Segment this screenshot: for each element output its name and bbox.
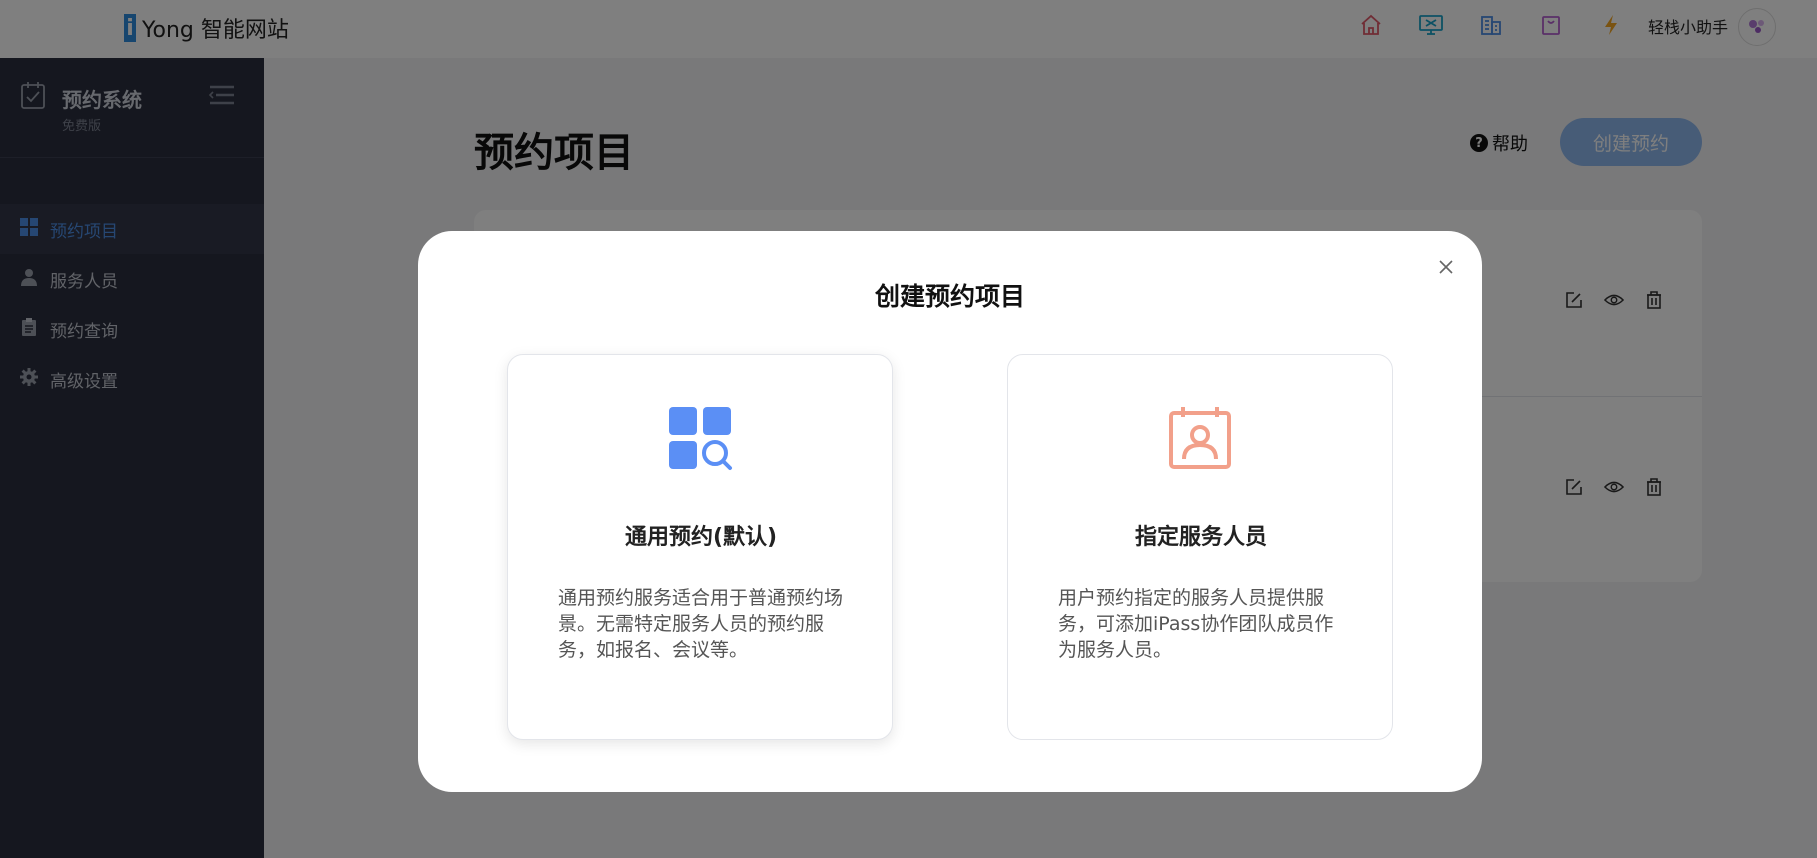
create-project-modal: 创建预约项目 通用预约(默认) 通用预约服务适合用于普通预约场景。无需特定服务人…	[418, 231, 1482, 792]
grid-search-icon	[667, 405, 733, 471]
option-title: 指定服务人员	[1134, 525, 1267, 550]
option-title: 通用预约(默认)	[624, 525, 778, 550]
modal-title: 创建预约项目	[874, 282, 1025, 311]
calendar-person-icon	[1167, 405, 1233, 471]
option-description: 通用预约服务适合用于普通预约场景。无需特定服务人员的预约服务，如报名、会议等。	[558, 587, 844, 661]
option-general-booking[interactable]: 通用预约(默认) 通用预约服务适合用于普通预约场景。无需特定服务人员的预约服务，…	[507, 354, 893, 740]
option-assigned-staff[interactable]: 指定服务人员 用户预约指定的服务人员提供服务，可添加iPass协作团队成员作为服…	[1007, 354, 1393, 740]
close-icon[interactable]	[1434, 255, 1458, 279]
option-description: 用户预约指定的服务人员提供服务，可添加iPass协作团队成员作为服务人员。	[1058, 587, 1334, 661]
